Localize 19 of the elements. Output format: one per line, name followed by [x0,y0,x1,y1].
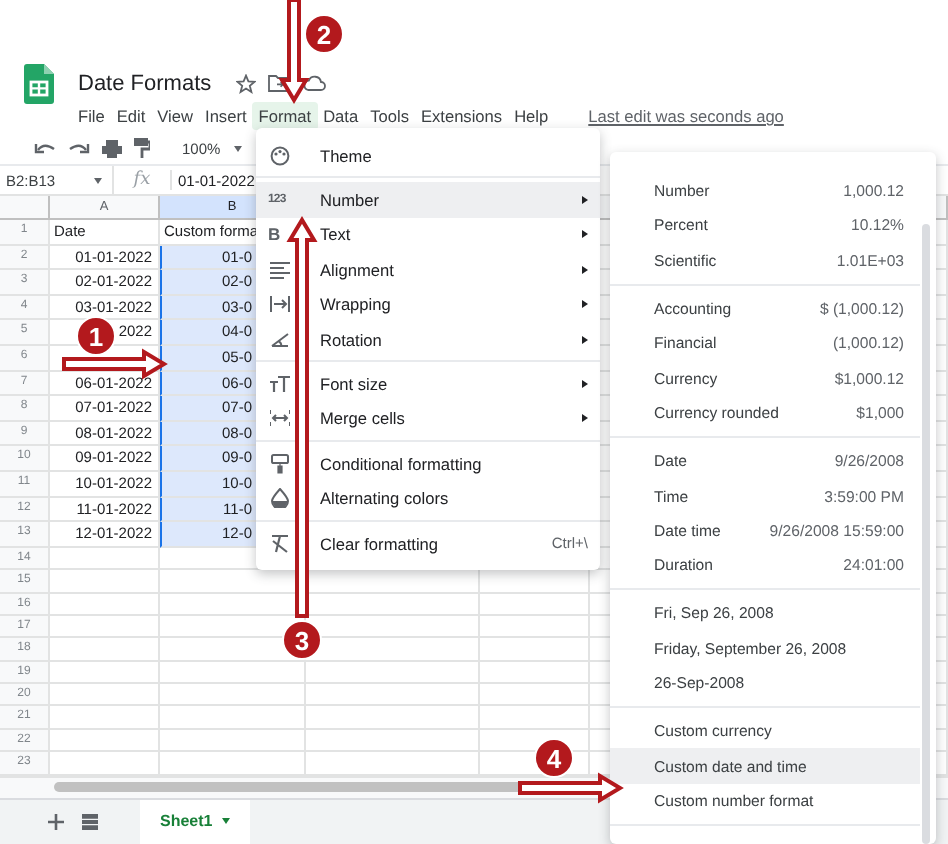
menu-item[interactable]: Data [317,102,365,130]
step-number: 2 [304,14,344,54]
sheet-tab[interactable]: Sheet1 [140,799,251,844]
last-edit-link[interactable]: Last edit was seconds ago [588,106,784,126]
menu-item[interactable]: Format [252,102,318,130]
menu-item[interactable]: Tools [364,102,415,130]
step-number: 4 [534,738,574,778]
menu-item[interactable]: Insert [199,102,253,130]
document-title[interactable]: Date Formats [78,71,212,95]
menu-item[interactable]: Extensions [414,102,509,130]
step-number: 3 [282,620,322,660]
menu-item[interactable]: View [151,102,200,130]
fx-label: fx [114,170,172,190]
menu-item[interactable]: File [72,102,111,130]
step-number: 1 [76,316,116,356]
menu-item[interactable]: Theme [256,138,600,173]
format-glyph: B [268,224,282,245]
menu-item[interactable]: Edit [110,102,152,130]
menu-item[interactable]: Help [508,102,555,130]
